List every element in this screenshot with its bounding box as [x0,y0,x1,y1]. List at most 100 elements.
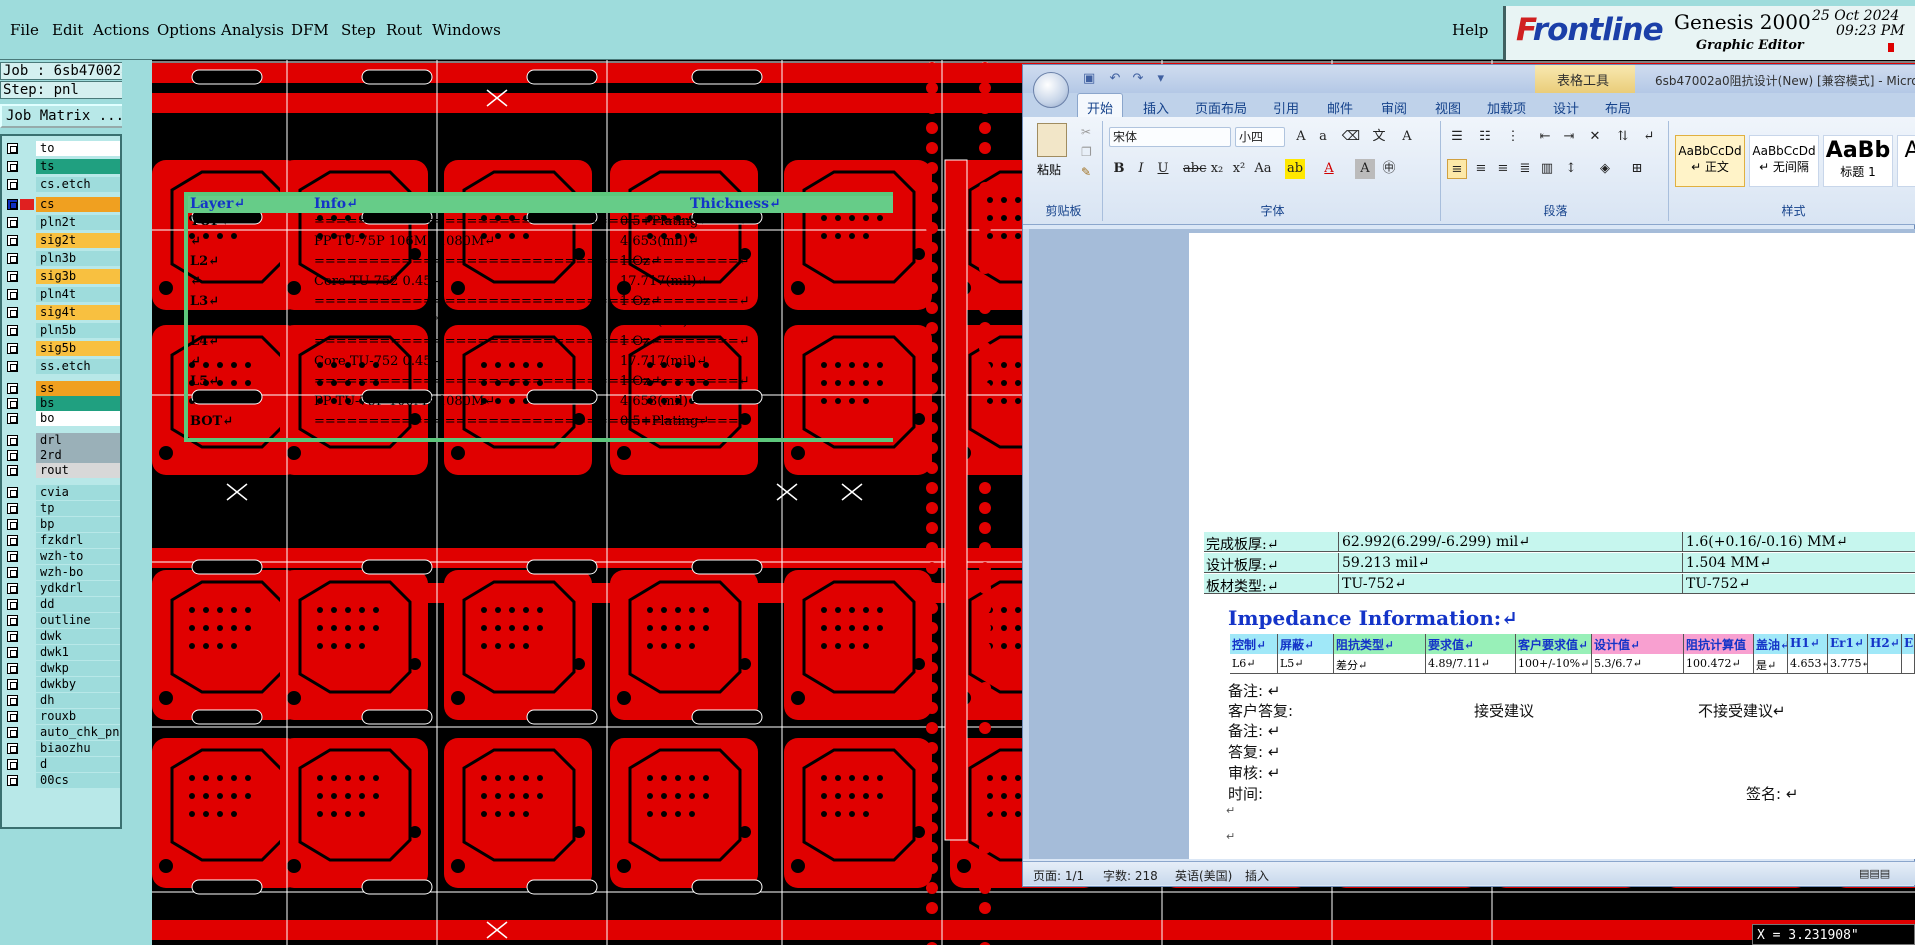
layer-row[interactable]: bs [4,396,120,411]
layer-name[interactable]: fzkdrl [36,533,120,548]
layer-checkbox[interactable] [7,253,18,264]
layer-row[interactable]: ydkdrl [4,581,120,596]
align-right-icon[interactable]: ≡ [1493,159,1513,179]
layer-checkbox[interactable] [7,450,18,461]
tab-addins[interactable]: 加载项 [1487,98,1526,117]
layer-checkbox[interactable] [7,743,18,754]
layer-row[interactable]: pln3b [4,251,120,266]
line-spacing-icon[interactable]: ↕ [1561,159,1581,179]
layer-checkbox[interactable] [7,217,18,228]
menu-dfm[interactable]: DFM [291,21,329,39]
layer-checkbox[interactable] [7,519,18,530]
menu-edit[interactable]: Edit [52,21,83,39]
layer-checkbox[interactable] [7,361,18,372]
layer-row[interactable]: fzkdrl [4,533,120,548]
layer-row[interactable]: drl [4,433,120,448]
layer-row[interactable]: dwkby [4,677,120,692]
layer-checkbox[interactable] [7,583,18,594]
layer-row[interactable]: d [4,757,120,772]
phonetic-icon[interactable]: 文 [1369,127,1389,147]
paste-icon[interactable] [1037,123,1067,157]
tab-layout[interactable]: 布局 [1605,98,1631,117]
menu-help[interactable]: Help [1452,21,1488,39]
layer-row[interactable]: dwk [4,629,120,644]
tab-page-layout[interactable]: 页面布局 [1195,98,1247,117]
layer-name[interactable]: ss.etch [36,359,120,374]
layer-row[interactable]: wzh-bo [4,565,120,580]
layer-checkbox[interactable] [7,383,18,394]
layer-row[interactable]: ss [4,381,120,396]
layer-name[interactable]: auto_chk_pn [36,725,120,740]
format-painter-icon[interactable]: ✎ [1081,165,1091,179]
layer-row[interactable]: sig5b [4,341,120,356]
bold-icon[interactable]: B [1109,159,1129,179]
layer-row[interactable]: dh [4,693,120,708]
layer-row[interactable]: rout [4,463,120,478]
layer-row[interactable]: bp [4,517,120,532]
layer-checkbox[interactable] [7,487,18,498]
layer-name[interactable]: biaozhu [36,741,120,756]
office-button[interactable] [1033,72,1069,108]
numbering-icon[interactable]: ☷ [1475,127,1495,147]
layer-name[interactable]: ydkdrl [36,581,120,596]
show-marks-icon[interactable]: ↵ [1639,127,1659,147]
enclose-char-icon[interactable]: ㊥ [1379,159,1399,179]
layer-name[interactable]: 2rd [36,448,120,463]
layer-checkbox[interactable] [7,567,18,578]
layer-checkbox[interactable] [7,179,18,190]
layer-checkbox[interactable] [7,161,18,172]
status-words[interactable]: 字数: 218 [1103,867,1158,884]
layer-row[interactable]: 00cs [4,773,120,788]
layer-name[interactable]: pln5b [36,323,120,338]
layer-name[interactable]: cs [36,197,120,212]
layer-checkbox[interactable] [7,325,18,336]
reject-option[interactable]: 不接受建议↵ [1698,700,1786,721]
char-shading-icon[interactable]: A [1355,159,1375,179]
layer-name[interactable]: rout [36,463,120,478]
layer-name[interactable]: pln3b [36,251,120,266]
layer-checkbox[interactable] [7,551,18,562]
layer-name[interactable]: dwkp [36,661,120,676]
layer-row[interactable]: outline [4,613,120,628]
layer-checkbox[interactable] [7,143,18,154]
layer-checkbox[interactable] [7,271,18,282]
tab-view[interactable]: 视图 [1435,98,1461,117]
layer-row[interactable]: wzh-to [4,549,120,564]
layer-name[interactable]: wzh-bo [36,565,120,580]
paste-button[interactable]: 粘贴 [1037,161,1061,178]
italic-icon[interactable]: I [1131,159,1151,179]
layer-row[interactable]: pln5b [4,323,120,338]
layer-name[interactable]: pln4t [36,287,120,302]
layer-checkbox[interactable] [7,615,18,626]
layer-row[interactable]: sig3b [4,269,120,284]
bullets-icon[interactable]: ☰ [1447,127,1467,147]
tab-mailings[interactable]: 邮件 [1327,98,1353,117]
undo-icon[interactable]: ↶ [1109,71,1120,86]
layer-name[interactable]: sig5b [36,341,120,356]
tab-references[interactable]: 引用 [1273,98,1299,117]
layer-checkbox[interactable] [7,599,18,610]
menu-rout[interactable]: Rout [386,21,422,39]
layer-checkbox[interactable] [7,631,18,642]
layer-row[interactable]: tp [4,501,120,516]
layer-name[interactable]: dwkby [36,677,120,692]
strikethrough-icon[interactable]: abc [1183,159,1206,179]
change-case-icon[interactable]: Aa [1253,159,1273,179]
layer-checkbox[interactable] [7,199,18,210]
redo-icon[interactable]: ↷ [1132,71,1143,86]
layer-row[interactable]: sig2t [4,233,120,248]
style-heading-1[interactable]: AaBb 标题 1 [1823,135,1893,187]
layer-name[interactable]: drl [36,433,120,448]
layer-checkbox[interactable] [7,289,18,300]
status-language[interactable]: 英语(美国) [1175,867,1232,884]
char-border-icon[interactable]: A [1397,127,1417,147]
copy-icon[interactable]: ❐ [1081,145,1092,159]
superscript-icon[interactable]: x² [1229,159,1249,179]
decrease-indent-icon[interactable]: ⇤ [1535,127,1555,147]
layer-name[interactable]: sig2t [36,233,120,248]
layer-row[interactable]: cs [4,197,120,212]
layer-name[interactable]: dd [36,597,120,612]
layer-checkbox[interactable] [7,398,18,409]
layer-name[interactable]: dwk1 [36,645,120,660]
status-insert-mode[interactable]: 插入 [1245,867,1269,884]
